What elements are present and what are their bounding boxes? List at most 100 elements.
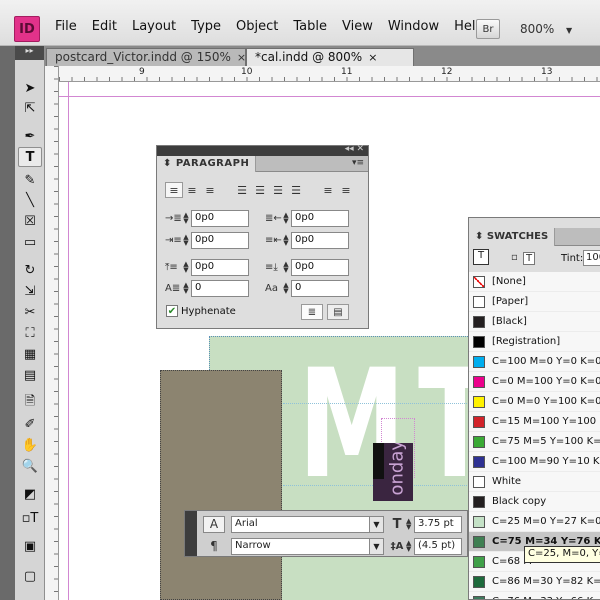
stepper-icon[interactable]: ▲ ▼	[181, 212, 191, 225]
chevron-down-icon[interactable]: ▼	[369, 516, 383, 532]
tab-cal[interactable]: *cal.indd @ 800% ×	[246, 48, 414, 66]
swatch-item[interactable]: [Registration]	[469, 332, 600, 352]
formatting-affects-text-icon[interactable]: ▫T	[18, 508, 42, 528]
align-towards-spine-icon[interactable]: ≡	[319, 182, 337, 198]
swatch-item[interactable]: [Black]	[469, 312, 600, 332]
justify-right-icon[interactable]: ☰	[269, 182, 287, 198]
fill-stroke-swatch-icon[interactable]: T	[473, 249, 489, 265]
zoom-level-field[interactable]: 800%	[520, 22, 554, 36]
paragraph-formatting-icon[interactable]: ¶	[203, 538, 225, 555]
drop-cap-lines-input[interactable]: 0	[191, 279, 249, 297]
rectangle-frame-tool-icon[interactable]: ☒	[18, 211, 42, 231]
stepper-icon[interactable]: ▲ ▼	[281, 212, 291, 225]
do-not-align-grid-icon[interactable]: ≣	[301, 304, 323, 320]
swatch-item[interactable]: C=0 M=100 Y=0 K=0	[469, 372, 600, 392]
note-tool-icon[interactable]: 🗎	[18, 393, 42, 413]
swatch-item[interactable]: C=100 M=90 Y=10 K=0	[469, 452, 600, 472]
swatch-item[interactable]: C=75 M=5 Y=100 K=0	[469, 432, 600, 452]
justify-all-icon[interactable]: ☰	[287, 182, 305, 198]
swatch-item[interactable]: C=0 M=0 Y=100 K=0	[469, 392, 600, 412]
vertical-ruler[interactable]	[45, 66, 59, 600]
last-line-indent-input[interactable]: 0p0	[291, 231, 349, 249]
menu-object[interactable]: Object	[236, 19, 278, 34]
gradient-tool-icon[interactable]: ▦	[18, 344, 42, 364]
align-to-grid-icon[interactable]: ▤	[327, 304, 349, 320]
swatch-item[interactable]: C=100 M=0 Y=0 K=0	[469, 352, 600, 372]
pencil-tool-icon[interactable]: ✎	[18, 170, 42, 190]
space-after-input[interactable]: 0p0	[291, 258, 349, 276]
menu-file[interactable]: File	[55, 19, 77, 34]
leading-input[interactable]: (4.5 pt)	[414, 537, 462, 555]
close-icon[interactable]: ×	[368, 51, 377, 64]
view-mode-icon[interactable]: ▣	[18, 536, 42, 556]
align-left-icon[interactable]: ≡	[165, 182, 183, 198]
taupe-rectangle-frame[interactable]	[160, 370, 282, 600]
justify-center-icon[interactable]: ☰	[251, 182, 269, 198]
gradient-feather-tool-icon[interactable]: ▤	[18, 365, 42, 385]
hyphenate-checkbox[interactable]: ✔	[166, 305, 178, 317]
rectangle-tool-icon[interactable]: ▭	[18, 232, 42, 252]
text-format-icon[interactable]: T	[523, 252, 536, 265]
line-tool-icon[interactable]: ╲	[18, 190, 42, 210]
stepper-icon[interactable]: ▲ ▼	[181, 234, 191, 247]
justify-left-icon[interactable]: ☰	[233, 182, 251, 198]
container-format-icon[interactable]: ▫	[511, 252, 518, 263]
scissors-tool-icon[interactable]: ✂	[18, 302, 42, 322]
menu-view[interactable]: View	[342, 19, 373, 34]
menu-layout[interactable]: Layout	[132, 19, 176, 34]
menu-window[interactable]: Window	[388, 19, 439, 34]
tab-postcard[interactable]: postcard_Victor.indd @ 150% ×	[46, 48, 246, 66]
zoom-tool-icon[interactable]: 🔍	[18, 456, 42, 476]
direct-selection-tool-icon[interactable]: ⇱	[18, 98, 42, 118]
menu-type[interactable]: Type	[191, 19, 221, 34]
scale-tool-icon[interactable]: ⇲	[18, 281, 42, 301]
space-before-input[interactable]: 0p0	[191, 258, 249, 276]
panel-collapse-icon[interactable]: ▸▸	[15, 46, 44, 60]
align-right-icon[interactable]: ≡	[201, 182, 219, 198]
panel-title-bar[interactable]: ◂◂ ✕	[157, 144, 368, 156]
stepper-icon[interactable]: ▲ ▼	[406, 540, 414, 553]
stepper-icon[interactable]: ▲ ▼	[406, 518, 414, 531]
stepper-icon[interactable]: ▲ ▼	[281, 234, 291, 247]
panel-grip[interactable]	[185, 511, 197, 556]
stepper-icon[interactable]: ▲ ▼	[181, 282, 191, 295]
stepper-icon[interactable]: ▲ ▼	[181, 261, 191, 274]
align-away-spine-icon[interactable]: ≡	[337, 182, 355, 198]
swatch-item[interactable]: C=86 M=30 Y=82 K=18	[469, 572, 600, 592]
character-formatting-icon[interactable]: A	[203, 515, 225, 533]
eyedropper-tool-icon[interactable]: ✐	[18, 414, 42, 434]
bridge-button[interactable]: Br	[476, 19, 500, 39]
swatches-tab[interactable]: ⬍ SWATCHES	[469, 228, 556, 246]
fill-stroke-icon[interactable]: ◩	[18, 484, 42, 504]
tint-input[interactable]: 100	[583, 250, 600, 266]
type-tool-icon[interactable]: T	[18, 147, 42, 167]
chevron-down-icon[interactable]: ▼	[369, 538, 383, 554]
hand-tool-icon[interactable]: ✋	[18, 435, 42, 455]
font-style-select[interactable]: Narrow ▼	[231, 537, 384, 555]
selection-tool-icon[interactable]: ➤	[18, 78, 42, 98]
swatch-item[interactable]: White	[469, 472, 600, 492]
swatch-item[interactable]: Black copy	[469, 492, 600, 512]
align-center-icon[interactable]: ≡	[183, 182, 201, 198]
panel-menu-icon[interactable]: ▾≡	[352, 158, 364, 168]
swatch-item[interactable]: [Paper]	[469, 292, 600, 312]
font-family-select[interactable]: Arial ▼	[231, 515, 384, 533]
swatch-item[interactable]: C=15 M=100 Y=100 K=0	[469, 412, 600, 432]
right-indent-input[interactable]: 0p0	[291, 209, 349, 227]
free-transform-tool-icon[interactable]: ⛶	[18, 323, 42, 343]
day-label[interactable]: onday	[387, 443, 408, 496]
swatch-item[interactable]: C=76 M=33 Y=66 K=	[469, 592, 600, 599]
first-line-indent-input[interactable]: 0p0	[191, 231, 249, 249]
swatch-item[interactable]: [None]	[469, 272, 600, 292]
horizontal-ruler[interactable]: 9 10 11 12 13	[59, 66, 600, 82]
drop-cap-chars-input[interactable]: 0	[291, 279, 349, 297]
menu-edit[interactable]: Edit	[92, 19, 117, 34]
swatch-item[interactable]: C=25 M=0 Y=27 K=0	[469, 512, 600, 532]
day-text-frame[interactable]: onday	[373, 443, 413, 501]
pen-tool-icon[interactable]: ✒	[18, 126, 42, 146]
paragraph-tab[interactable]: ⬍ PARAGRAPH	[157, 156, 257, 172]
close-icon[interactable]: ×	[237, 51, 246, 64]
left-indent-input[interactable]: 0p0	[191, 209, 249, 227]
rotate-tool-icon[interactable]: ↻	[18, 260, 42, 280]
font-size-input[interactable]: 3.75 pt	[414, 515, 462, 533]
